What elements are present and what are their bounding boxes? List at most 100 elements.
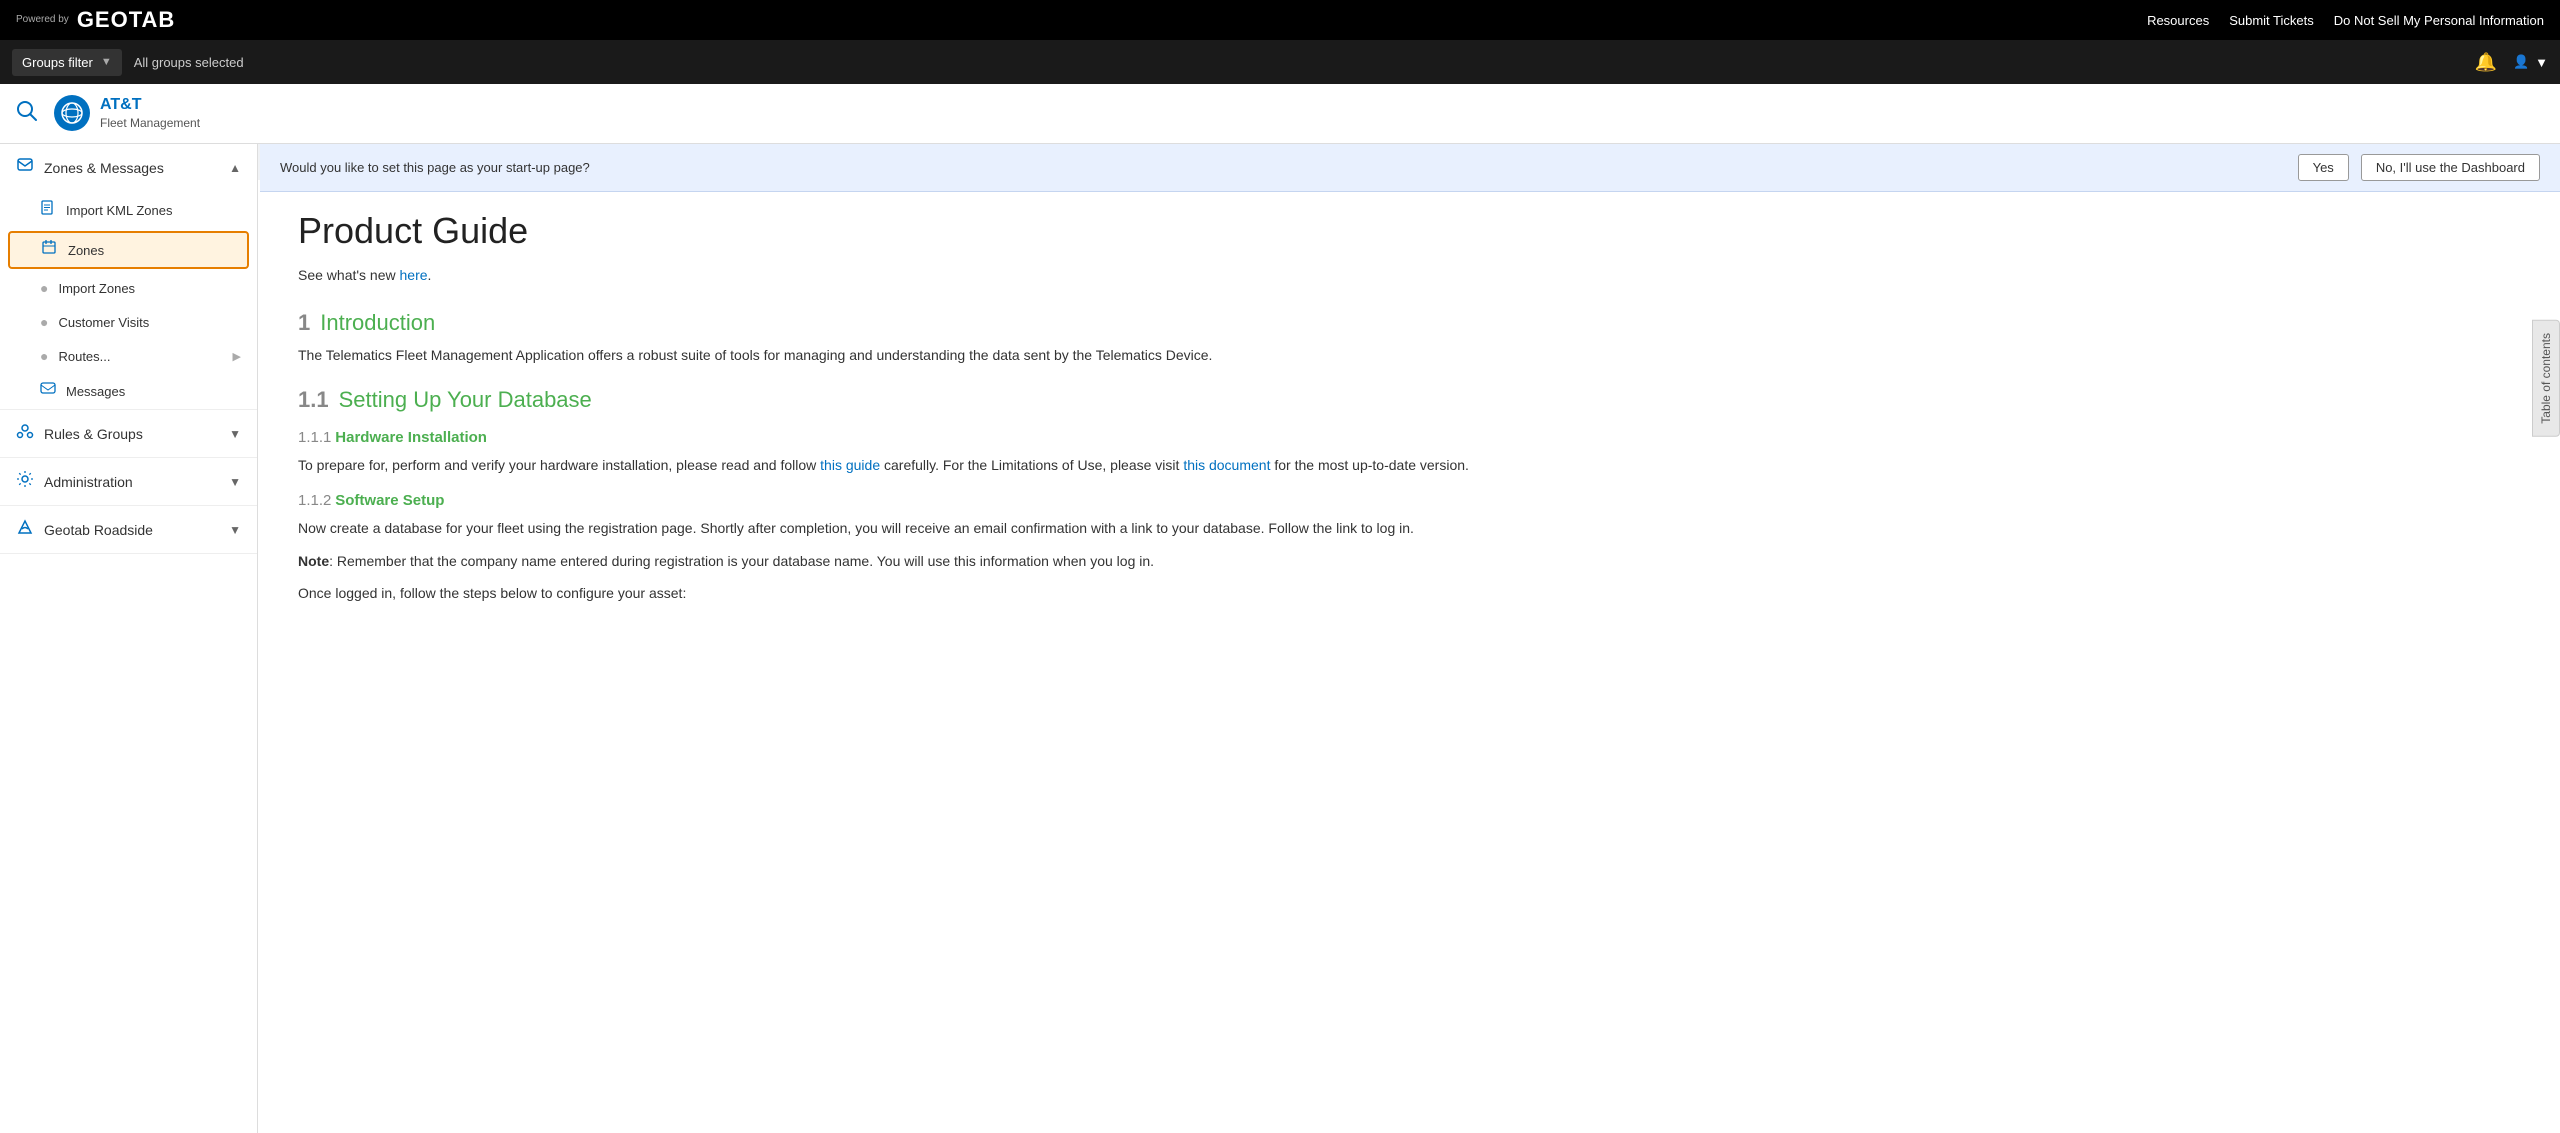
submit-tickets-link[interactable]: Submit Tickets xyxy=(2229,13,2314,28)
sidebar-section-header-rules-groups[interactable]: Rules & Groups ▼ xyxy=(0,410,257,457)
see-whats-new-prefix: See what's new xyxy=(298,267,400,283)
startup-question: Would you like to set this page as your … xyxy=(280,160,2286,175)
groups-filter-button[interactable]: Groups filter ▼ xyxy=(12,49,122,76)
zones-messages-chevron-icon: ▲ xyxy=(229,161,241,175)
search-button[interactable] xyxy=(16,100,38,128)
do-not-sell-link[interactable]: Do Not Sell My Personal Information xyxy=(2334,13,2544,28)
sidebar-item-import-kml-zones[interactable]: Import KML Zones xyxy=(0,191,257,229)
section-1-1-2-note: Note: Remember that the company name ent… xyxy=(298,550,2520,572)
groups-filter-chevron-icon: ▼ xyxy=(101,56,112,68)
main-content: Product Guide See what's new here. 1 Int… xyxy=(258,180,2560,1133)
sidebar-section-zones-messages: Zones & Messages ▲ Import KML Zones xyxy=(0,144,257,410)
period: . xyxy=(428,267,432,283)
import-kml-zones-icon xyxy=(40,200,56,220)
routes-arrow-icon: ▶ xyxy=(233,350,241,363)
sub-section-1-1-1-num: 1.1.1 xyxy=(298,429,331,446)
import-kml-zones-label: Import KML Zones xyxy=(66,203,172,218)
sidebar-item-routes[interactable]: ● Routes... ▶ xyxy=(0,339,257,373)
sidebar-section-header-geotab-roadside[interactable]: Geotab Roadside ▼ xyxy=(0,506,257,553)
sub-section-1-1-2-title: Software Setup xyxy=(335,492,444,509)
top-bar: Powered by GEOTAB Resources Submit Ticke… xyxy=(0,0,2560,40)
section-1-1-2-body2: Once logged in, follow the steps below t… xyxy=(298,582,2520,604)
customer-visits-label: Customer Visits xyxy=(58,315,149,330)
powered-by-text: Powered by xyxy=(16,14,69,26)
section-1-heading: 1 Introduction xyxy=(298,310,2520,336)
logo-area: AT&T Fleet Management xyxy=(54,95,200,131)
sidebar-item-zones[interactable]: Zones xyxy=(8,231,249,269)
top-bar-links: Resources Submit Tickets Do Not Sell My … xyxy=(2147,13,2544,28)
see-whats-new: See what's new here. xyxy=(298,264,2520,286)
zones-messages-label: Zones & Messages xyxy=(44,160,164,176)
geotab-roadside-label: Geotab Roadside xyxy=(44,522,153,538)
this-document-link[interactable]: this document xyxy=(1183,457,1270,473)
sidebar-section-header-administration[interactable]: Administration ▼ xyxy=(0,458,257,505)
section-1-1-1-body: To prepare for, perform and verify your … xyxy=(298,454,2520,476)
rules-groups-section-left: Rules & Groups xyxy=(16,422,143,445)
note-label: Note xyxy=(298,553,329,569)
import-zones-label: Import Zones xyxy=(58,281,135,296)
geotab-roadside-section-left: Geotab Roadside xyxy=(16,518,153,541)
section-1-num: 1 xyxy=(298,310,310,336)
yes-button[interactable]: Yes xyxy=(2298,154,2349,181)
search-icon xyxy=(16,100,38,122)
routes-icon: ● xyxy=(40,348,48,364)
zones-messages-icon xyxy=(16,156,34,179)
geotab-roadside-chevron-icon: ▼ xyxy=(229,523,241,537)
sub-section-1-1-2-num: 1.1.2 xyxy=(298,492,331,509)
import-zones-icon: ● xyxy=(40,280,48,296)
section-1-1-title: Setting Up Your Database xyxy=(339,387,592,413)
brand-sub: Fleet Management xyxy=(100,116,200,132)
sidebar-item-customer-visits[interactable]: ● Customer Visits xyxy=(0,305,257,339)
sidebar-item-import-zones[interactable]: ● Import Zones xyxy=(0,271,257,305)
section-1-1-heading: 1.1 Setting Up Your Database xyxy=(298,387,2520,413)
geotab-logo: GEOTAB xyxy=(77,7,175,33)
section-1-1-num: 1.1 xyxy=(298,387,329,413)
customer-visits-icon: ● xyxy=(40,314,48,330)
rules-groups-label: Rules & Groups xyxy=(44,426,143,442)
filter-bar: Groups filter ▼ All groups selected 🔔 👤 … xyxy=(0,40,2560,84)
note-body: : Remember that the company name entered… xyxy=(329,553,1154,569)
geotab-roadside-icon xyxy=(16,518,34,541)
user-menu-button[interactable]: 👤 ▼ xyxy=(2513,54,2548,70)
all-groups-text: All groups selected xyxy=(134,55,244,70)
product-guide: Product Guide See what's new here. 1 Int… xyxy=(298,210,2520,604)
app-header: AT&T Fleet Management xyxy=(0,84,2560,144)
no-dashboard-button[interactable]: No, I'll use the Dashboard xyxy=(2361,154,2540,181)
sidebar-item-messages[interactable]: Messages xyxy=(0,373,257,409)
filter-bar-right: 🔔 👤 ▼ xyxy=(2475,52,2548,73)
product-guide-title: Product Guide xyxy=(298,210,2520,252)
sub-section-1-1-2: 1.1.2 Software Setup xyxy=(298,492,2520,509)
administration-label: Administration xyxy=(44,474,133,490)
brand-name: AT&T xyxy=(100,95,200,116)
top-bar-left: Powered by GEOTAB xyxy=(16,7,175,33)
sidebar-section-administration: Administration ▼ xyxy=(0,458,257,506)
logo-text: AT&T Fleet Management xyxy=(100,95,200,131)
startup-banner: Would you like to set this page as your … xyxy=(260,144,2560,192)
administration-icon xyxy=(16,470,34,493)
rules-groups-chevron-icon: ▼ xyxy=(229,427,241,441)
section-1-title: Introduction xyxy=(320,310,435,336)
user-dropdown-chevron-icon: ▼ xyxy=(2535,55,2548,70)
this-guide-link[interactable]: this guide xyxy=(820,457,880,473)
section-1-1-2-body: Now create a database for your fleet usi… xyxy=(298,517,2520,539)
resources-link[interactable]: Resources xyxy=(2147,13,2209,28)
section-left: Zones & Messages xyxy=(16,156,164,179)
here-link[interactable]: here xyxy=(400,267,428,283)
administration-section-left: Administration xyxy=(16,470,133,493)
zones-icon xyxy=(42,240,58,260)
sub-section-1-1-1-title: Hardware Installation xyxy=(335,429,487,446)
rules-groups-icon xyxy=(16,422,34,445)
sidebar-section-geotab-roadside: Geotab Roadside ▼ xyxy=(0,506,257,554)
user-avatar-icon: 👤 xyxy=(2513,54,2529,70)
att-logo-icon xyxy=(60,101,84,125)
sub-section-1-1-1: 1.1.1 Hardware Installation xyxy=(298,429,2520,446)
section-1-1-1-body-prefix: To prepare for, perform and verify your … xyxy=(298,457,820,473)
section-1-body: The Telematics Fleet Management Applicat… xyxy=(298,344,2520,366)
notification-bell-icon[interactable]: 🔔 xyxy=(2475,52,2497,73)
sidebar-section-rules-groups: Rules & Groups ▼ xyxy=(0,410,257,458)
administration-chevron-icon: ▼ xyxy=(229,475,241,489)
routes-label: Routes... xyxy=(58,349,110,364)
sidebar-section-header-zones-messages[interactable]: Zones & Messages ▲ xyxy=(0,144,257,191)
messages-icon xyxy=(40,382,56,400)
toc-tab[interactable]: Table of contents xyxy=(2532,320,2560,437)
